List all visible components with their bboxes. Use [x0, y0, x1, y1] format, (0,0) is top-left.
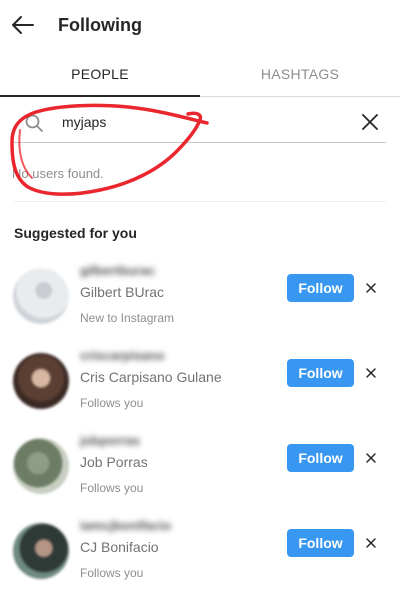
suggestion-username[interactable]: criscarpisano: [80, 348, 165, 363]
clear-search-button[interactable]: [360, 112, 380, 132]
back-button[interactable]: [8, 10, 38, 40]
suggestion-full-name: CJ Bonifacio: [80, 539, 159, 555]
suggestion-row: gilbertburac Gilbert BUrac New to Instag…: [0, 260, 400, 344]
page-title: Following: [58, 15, 142, 35]
dismiss-suggestion-button[interactable]: [362, 449, 380, 467]
avatar[interactable]: [13, 438, 69, 494]
app-header: Following: [0, 0, 400, 52]
suggestion-row: jobporras Job Porras Follows you Follow: [0, 430, 400, 514]
tab-people[interactable]: PEOPLE: [0, 52, 200, 97]
suggestion-reason: Follows you: [80, 481, 144, 495]
divider: [14, 201, 386, 202]
close-icon: [362, 114, 378, 130]
suggestion-full-name: Gilbert BUrac: [80, 284, 165, 300]
tab-hashtags-label: HASHTAGS: [260, 66, 340, 82]
tab-people-label: PEOPLE: [71, 66, 129, 82]
no-results-message: No users found.: [12, 166, 104, 181]
dismiss-suggestion-button[interactable]: [362, 279, 380, 297]
tab-bar: PEOPLE HASHTAGS: [0, 52, 400, 97]
follow-button[interactable]: Follow: [287, 444, 354, 472]
suggestion-reason: New to Instagram: [80, 311, 175, 325]
search-input[interactable]: [62, 108, 342, 136]
suggestion-full-name: Cris Carpisano Gulane: [80, 369, 222, 385]
suggestion-username[interactable]: iamcjbonifacio: [80, 518, 171, 533]
close-icon: [366, 538, 376, 548]
suggestion-reason: Follows you: [80, 566, 144, 580]
arrow-left-icon: [12, 16, 34, 34]
dismiss-suggestion-button[interactable]: [362, 364, 380, 382]
suggestion-full-name: Job Porras: [80, 454, 148, 470]
avatar[interactable]: [13, 523, 69, 579]
suggested-section-title: Suggested for you: [14, 225, 137, 241]
avatar[interactable]: [13, 268, 69, 324]
suggestion-username[interactable]: gilbertburac: [80, 263, 155, 278]
search-bar: [14, 104, 386, 143]
suggestion-username[interactable]: jobporras: [80, 433, 140, 448]
search-icon: [25, 114, 43, 132]
follow-button[interactable]: Follow: [287, 529, 354, 557]
suggestion-row: iamcjbonifacio CJ Bonifacio Follows you …: [0, 515, 400, 599]
close-icon: [366, 368, 376, 378]
follow-button[interactable]: Follow: [287, 359, 354, 387]
follow-button[interactable]: Follow: [287, 274, 354, 302]
suggestion-reason: Follows you: [80, 396, 144, 410]
suggestion-row: criscarpisano Cris Carpisano Gulane Foll…: [0, 345, 400, 429]
close-icon: [366, 453, 376, 463]
close-icon: [366, 283, 376, 293]
dismiss-suggestion-button[interactable]: [362, 534, 380, 552]
avatar[interactable]: [13, 353, 69, 409]
active-tab-indicator: [0, 95, 200, 97]
tab-hashtags[interactable]: HASHTAGS: [200, 52, 400, 96]
